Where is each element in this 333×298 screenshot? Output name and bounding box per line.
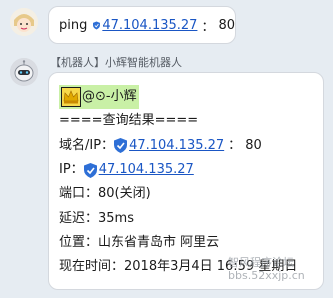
user-message-bubble: ping 47.104.135.27 ： 80	[48, 6, 236, 44]
robot-icon	[10, 58, 38, 86]
bot-sender-name: 【机器人】小辉智能机器人	[50, 56, 182, 69]
latency-row: 延迟：35ms	[59, 210, 134, 226]
mention-row: @⊙-小辉	[59, 85, 323, 110]
port-text: 80	[218, 17, 235, 33]
ip-value-link[interactable]: 47.104.135.27	[99, 158, 194, 182]
shield-icon	[83, 162, 97, 178]
bot-avatar[interactable]	[10, 58, 38, 86]
user-avatar-image	[10, 8, 38, 36]
domain-port: 80	[245, 137, 262, 153]
mention-text[interactable]: @⊙-小辉	[82, 85, 137, 109]
shield-icon	[114, 138, 128, 154]
mention-highlight: @⊙-小辉	[59, 85, 139, 110]
port-row: 端口：80(关闭)	[59, 186, 151, 202]
ip-link[interactable]: 47.104.135.27	[102, 18, 197, 33]
shield-icon	[93, 20, 101, 30]
colon-separator: ：	[201, 19, 215, 35]
watermark-line1: 智风程序论坛	[228, 256, 294, 269]
colon-separator: ：	[228, 137, 242, 153]
watermark-line2: bbs.52xxjp.cn	[228, 269, 305, 282]
ping-command-text: ping	[59, 17, 88, 33]
location-row: 位置：山东省青岛市 阿里云	[59, 234, 220, 250]
crown-icon	[61, 87, 81, 108]
result-title: ====查询结果====	[59, 113, 199, 129]
ip-label: IP：	[59, 162, 84, 178]
user-avatar[interactable]	[10, 8, 38, 36]
forum-watermark: 智风程序论坛 bbs.52xxjp.cn	[228, 256, 305, 282]
domain-label: 域名/IP：	[59, 137, 115, 153]
domain-row: 域名/IP： 47.104.135.27 ： 80	[59, 134, 323, 158]
ip-row: IP： 47.104.135.27	[59, 158, 323, 182]
domain-ip-link[interactable]: 47.104.135.27	[129, 134, 224, 158]
